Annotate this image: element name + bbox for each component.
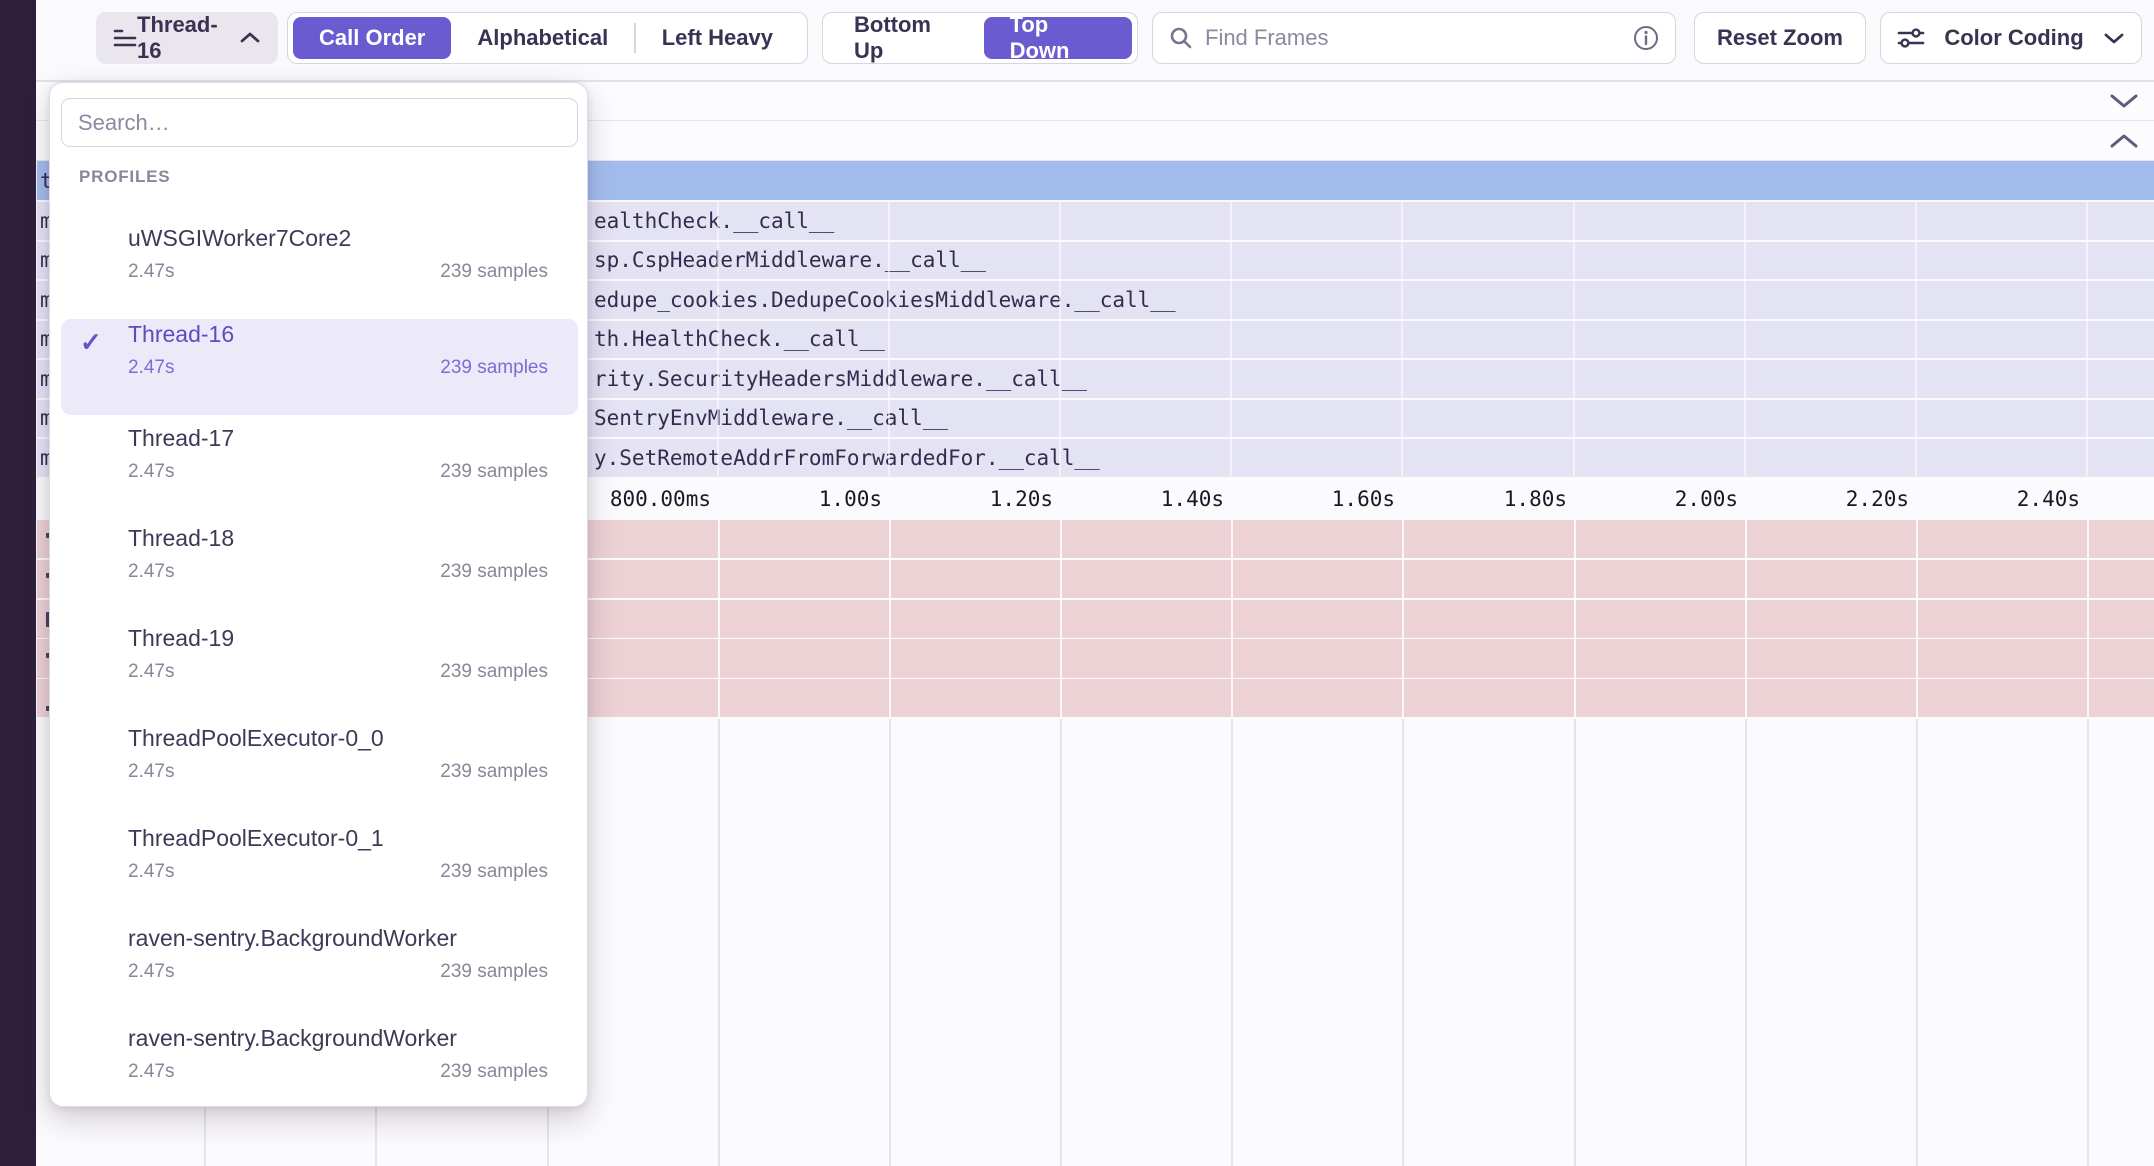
- axis-tick-label: 2.40s: [2017, 487, 2080, 511]
- profile-name: Thread-16: [128, 321, 234, 348]
- gridline: [889, 719, 891, 1166]
- axis-tick-label: 2.20s: [1846, 487, 1909, 511]
- axis-tick-label: 1.20s: [990, 487, 1053, 511]
- check-icon: ✓: [80, 327, 102, 358]
- profile-samples: 239 samples: [440, 461, 548, 483]
- profile-duration: 2.47s: [128, 561, 174, 583]
- thread-selector-dropdown: PROFILES uWSGIWorker7Core2 2.47s 239 sam…: [49, 82, 588, 1107]
- gridline: [1916, 719, 1918, 1166]
- profile-samples: 239 samples: [440, 661, 548, 683]
- dropdown-section-label: PROFILES: [79, 167, 170, 187]
- toolbar: Thread-16 Call Order Alphabetical Left H…: [36, 0, 2154, 82]
- dropdown-search: [61, 98, 578, 147]
- profile-option[interactable]: raven-sentry.BackgroundWorker 2.47s 239 …: [61, 923, 578, 1019]
- profile-name: ThreadPoolExecutor-0_1: [128, 825, 384, 852]
- profile-name: raven-sentry.BackgroundWorker: [128, 925, 457, 952]
- tab-top-down[interactable]: Top Down: [984, 17, 1132, 59]
- gridline: [2087, 719, 2089, 1166]
- profile-name: uWSGIWorker7Core2: [128, 225, 351, 252]
- frame-label: edupe_cookies.DedupeCookiesMiddleware.__…: [594, 288, 1176, 312]
- profile-option[interactable]: ThreadPoolExecutor-0_0 2.47s 239 samples: [61, 723, 578, 819]
- profile-samples: 239 samples: [440, 861, 548, 883]
- axis-tick-label: 1.80s: [1504, 487, 1567, 511]
- profile-duration: 2.47s: [128, 861, 174, 883]
- direction-segmented-group: Bottom Up Top Down: [822, 12, 1138, 64]
- profile-duration: 2.47s: [128, 357, 174, 379]
- info-icon[interactable]: [1633, 25, 1659, 51]
- profile-samples: 239 samples: [440, 1061, 548, 1083]
- profile-samples: 239 samples: [440, 961, 548, 983]
- profile-option[interactable]: Thread-19 2.47s 239 samples: [61, 623, 578, 719]
- search-icon: [1169, 26, 1193, 50]
- axis-tick-label: 2.00s: [1675, 487, 1738, 511]
- profile-samples: 239 samples: [440, 561, 548, 583]
- frame-label: th.HealthCheck.__call__: [594, 327, 885, 351]
- profile-duration: 2.47s: [128, 661, 174, 683]
- profile-duration: 2.47s: [128, 261, 174, 283]
- profile-duration: 2.47s: [128, 961, 174, 983]
- collapse-chevron-up-icon[interactable]: [2108, 132, 2140, 150]
- tab-bottom-up[interactable]: Bottom Up: [828, 17, 984, 59]
- profile-samples: 239 samples: [440, 261, 548, 283]
- tab-alphabetical[interactable]: Alphabetical: [451, 17, 634, 59]
- frame-label: sp.CspHeaderMiddleware.__call__: [594, 248, 986, 272]
- profile-duration: 2.47s: [128, 761, 174, 783]
- gridline: [1402, 719, 1404, 1166]
- gridline: [1745, 719, 1747, 1166]
- gridline: [718, 719, 720, 1166]
- frame-label: y.SetRemoteAddrFromForwardedFor.__call__: [594, 446, 1100, 470]
- thread-list-icon: [113, 27, 137, 49]
- color-coding-button[interactable]: Color Coding: [1880, 12, 2142, 64]
- axis-tick-label: 800.00ms: [610, 487, 711, 511]
- color-coding-label: Color Coding: [1944, 25, 2083, 51]
- profile-duration: 2.47s: [128, 461, 174, 483]
- find-frames-search: [1152, 12, 1676, 64]
- profile-option[interactable]: raven-sentry.BackgroundWorker 2.47s 239 …: [61, 1023, 578, 1119]
- profile-name: Thread-17: [128, 425, 234, 452]
- nav-strip: [0, 0, 36, 1166]
- profile-name: Thread-18: [128, 525, 234, 552]
- gridline: [1574, 719, 1576, 1166]
- axis-tick-label: 1.40s: [1161, 487, 1224, 511]
- profile-name: Thread-19: [128, 625, 234, 652]
- frame-label: ealthCheck.__call__: [594, 209, 834, 233]
- profiler-app: Thread-16 Call Order Alphabetical Left H…: [0, 0, 2154, 1166]
- thread-selector-label: Thread-16: [137, 12, 239, 64]
- profile-samples: 239 samples: [440, 761, 548, 783]
- chevron-up-icon: [239, 31, 261, 45]
- sliders-icon: [1897, 26, 1925, 50]
- thread-selector-button[interactable]: Thread-16: [96, 12, 278, 64]
- find-frames-input[interactable]: [1205, 25, 1633, 51]
- sort-segmented-group: Call Order Alphabetical Left Heavy: [287, 12, 808, 64]
- profile-option[interactable]: ThreadPoolExecutor-0_1 2.47s 239 samples: [61, 823, 578, 919]
- axis-tick-label: 1.00s: [819, 487, 882, 511]
- frame-label: SentryEnvMiddleware.__call__: [594, 406, 948, 430]
- profile-name: raven-sentry.BackgroundWorker: [128, 1025, 457, 1052]
- profile-option[interactable]: Thread-17 2.47s 239 samples: [61, 423, 578, 519]
- profile-duration: 2.47s: [128, 1061, 174, 1083]
- profile-name: ThreadPoolExecutor-0_0: [128, 725, 384, 752]
- dropdown-search-input[interactable]: [78, 110, 561, 136]
- profile-option[interactable]: uWSGIWorker7Core2 2.47s 239 samples: [61, 223, 578, 319]
- frame-label: rity.SecurityHeadersMiddleware.__call__: [594, 367, 1087, 391]
- gridline: [1060, 719, 1062, 1166]
- profile-option[interactable]: Thread-18 2.47s 239 samples: [61, 523, 578, 619]
- tab-call-order[interactable]: Call Order: [293, 17, 451, 59]
- profile-option-selected[interactable]: ✓ Thread-16 2.47s 239 samples: [61, 319, 578, 415]
- chevron-down-icon: [2103, 31, 2125, 45]
- axis-tick-label: 1.60s: [1332, 487, 1395, 511]
- tab-left-heavy[interactable]: Left Heavy: [636, 17, 799, 59]
- reset-zoom-button[interactable]: Reset Zoom: [1694, 12, 1866, 64]
- expand-chevron-down-icon[interactable]: [2108, 92, 2140, 110]
- profile-samples: 239 samples: [440, 357, 548, 379]
- gridline: [1231, 719, 1233, 1166]
